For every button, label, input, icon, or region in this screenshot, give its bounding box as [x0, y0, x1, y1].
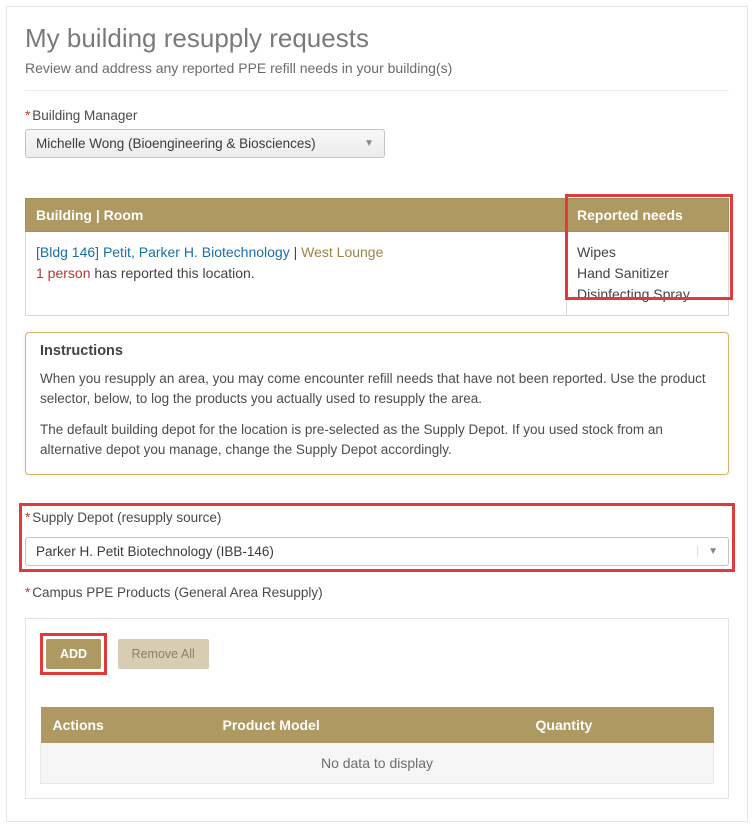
divider — [25, 90, 729, 91]
need-item: Hand Sanitizer — [577, 263, 718, 284]
building-manager-value: Michelle Wong (Bioengineering & Bioscien… — [36, 136, 316, 151]
col-quantity: Quantity — [524, 707, 714, 743]
chevron-down-icon: ▼ — [364, 138, 374, 149]
supply-depot-label: Supply Depot (resupply source) — [25, 510, 221, 525]
people-count: 1 person — [36, 265, 90, 281]
supply-depot-field: Supply Depot (resupply source) Parker H.… — [25, 509, 729, 566]
instructions-panel: Instructions When you resupply an area, … — [25, 332, 729, 475]
need-item: Wipes — [577, 242, 718, 263]
supply-depot-value: Parker H. Petit Biotechnology (IBB-146) — [36, 544, 274, 559]
page-title: My building resupply requests — [25, 23, 729, 54]
remove-all-button[interactable]: Remove All — [118, 639, 209, 669]
highlight-add-button: ADD — [40, 633, 107, 675]
page-subtitle: Review and address any reported PPE refi… — [25, 60, 729, 76]
people-suffix: has reported this location. — [90, 265, 254, 281]
building-manager-field: Building Manager Michelle Wong (Bioengin… — [25, 107, 729, 158]
col-actions: Actions — [41, 707, 211, 743]
page-panel: My building resupply requests Review and… — [6, 6, 748, 822]
no-data-row: No data to display — [41, 743, 714, 784]
building-manager-label: Building Manager — [25, 108, 137, 123]
table-row: [Bldg 146] Petit, Parker H. Biotechnolog… — [26, 232, 729, 316]
col-building-room: Building | Room — [26, 199, 567, 232]
separator: | — [290, 244, 301, 260]
col-reported-needs: Reported needs — [567, 199, 729, 232]
need-item: Disinfecting Spray — [577, 284, 718, 305]
instructions-paragraph: The default building depot for the locat… — [40, 420, 714, 461]
instructions-paragraph: When you resupply an area, you may come … — [40, 369, 714, 410]
report-table-wrap: Building | Room Reported needs [Bldg 146… — [25, 198, 729, 316]
instructions-heading: Instructions — [40, 343, 714, 359]
chevron-down-icon: ▼ — [697, 546, 718, 557]
products-panel: ADD Remove All Actions Product Model Qua… — [25, 618, 729, 799]
report-table: Building | Room Reported needs [Bldg 146… — [25, 198, 729, 316]
products-table: Actions Product Model Quantity No data t… — [40, 707, 714, 784]
building-manager-select[interactable]: Michelle Wong (Bioengineering & Bioscien… — [25, 129, 385, 158]
room-link[interactable]: West Lounge — [301, 244, 383, 260]
products-label: Campus PPE Products (General Area Resupp… — [25, 585, 323, 600]
reported-needs-cell: Wipes Hand Sanitizer Disinfecting Spray — [567, 232, 729, 316]
add-button[interactable]: ADD — [46, 639, 101, 669]
building-link[interactable]: [Bldg 146] Petit, Parker H. Biotechnolog… — [36, 244, 290, 260]
supply-depot-select[interactable]: Parker H. Petit Biotechnology (IBB-146) … — [25, 537, 729, 566]
col-product-model: Product Model — [211, 707, 524, 743]
